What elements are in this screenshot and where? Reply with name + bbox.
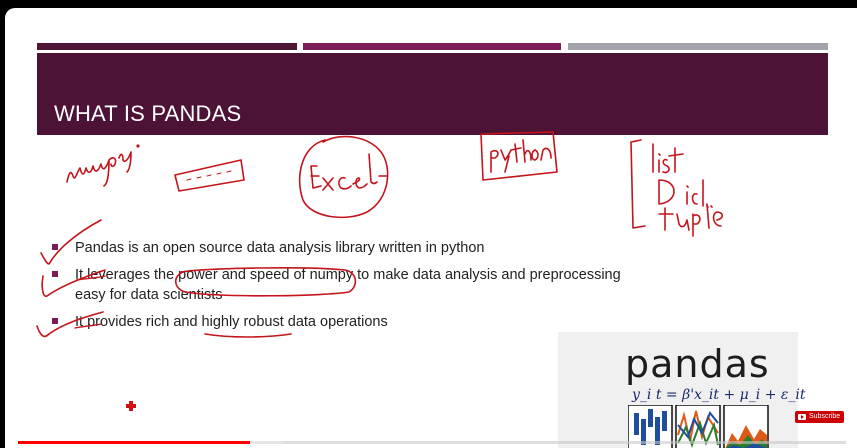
annotation-python-box bbox=[480, 131, 558, 181]
annotation-python-text bbox=[490, 139, 552, 173]
presentation-slide: WHAT IS PANDAS Pandas is an open source … bbox=[5, 8, 857, 448]
annotation-underline bbox=[204, 333, 292, 338]
annotation-excel-text bbox=[310, 153, 388, 191]
annotation-highlight-circle bbox=[174, 267, 357, 297]
annotation-list bbox=[652, 143, 684, 174]
annotation-bracket bbox=[630, 139, 646, 229]
checkmark-icon bbox=[41, 269, 106, 298]
annotation-numpy bbox=[66, 151, 132, 187]
checkmark-icon bbox=[36, 311, 104, 338]
annotation-dict bbox=[658, 179, 709, 208]
handwritten-annotations bbox=[36, 131, 724, 338]
video-progress-fill bbox=[18, 441, 250, 444]
video-progress-bar[interactable] bbox=[18, 441, 846, 444]
checkmark-icon bbox=[40, 219, 102, 265]
annotation-tuple bbox=[658, 203, 724, 237]
